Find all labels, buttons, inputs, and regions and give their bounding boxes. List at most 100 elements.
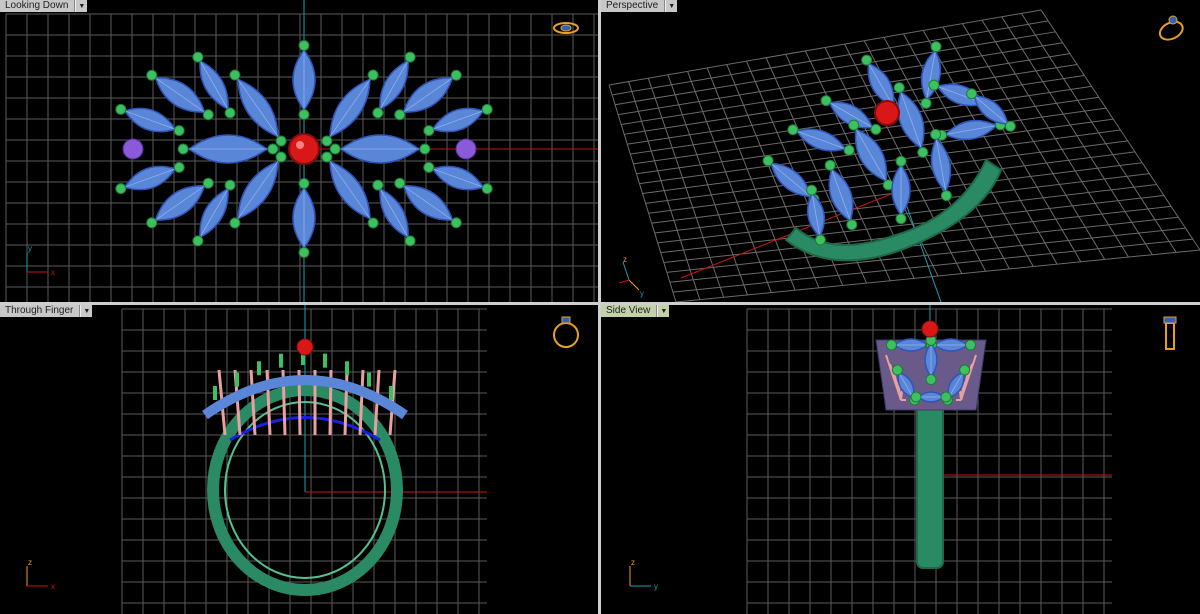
viewport-menu-through-finger[interactable]: Through Finger ▼ (0, 305, 93, 317)
prong (870, 123, 882, 135)
dropdown-arrow-icon[interactable]: ▼ (80, 305, 93, 317)
prong (930, 128, 942, 140)
viewport-label: Through Finger (0, 305, 81, 317)
prong (848, 119, 860, 131)
prong (806, 184, 818, 196)
ring-top-view-icon[interactable] (553, 22, 579, 34)
prong (423, 125, 435, 137)
prong (895, 213, 907, 225)
axis-label-vertical: y (28, 244, 32, 253)
prong (917, 146, 929, 158)
prong (224, 107, 236, 119)
dropdown-arrow-icon[interactable]: ▼ (75, 0, 88, 12)
prong (115, 103, 127, 115)
gallery-bar (358, 369, 365, 436)
prong (423, 161, 435, 173)
prong (419, 143, 431, 155)
axis-triad: z y (618, 255, 644, 298)
prong (965, 339, 977, 351)
gallery-bar (343, 369, 349, 436)
axis-label-vertical: z (28, 558, 32, 567)
prong (885, 339, 897, 351)
prong (321, 151, 333, 163)
prong (861, 54, 873, 66)
ring-side-view-icon[interactable] (1163, 316, 1177, 350)
prong (275, 151, 287, 163)
prong (329, 143, 341, 155)
prong (481, 103, 493, 115)
ring-side-model (875, 320, 987, 569)
prong (940, 190, 952, 202)
axis-label-horizontal: x (51, 582, 55, 591)
prong (930, 41, 942, 53)
prong (820, 95, 832, 107)
viewport-menu-perspective[interactable]: Perspective ▼ (601, 0, 678, 12)
prong (298, 109, 310, 120)
prong (846, 219, 858, 231)
prong (192, 51, 204, 63)
prong (959, 364, 971, 376)
prong (298, 40, 310, 51)
prong (893, 82, 905, 94)
prong (229, 69, 241, 81)
center-stone (921, 320, 939, 338)
center-stone (288, 133, 320, 165)
prong (481, 183, 493, 195)
prong (1004, 120, 1016, 132)
viewport-menu-looking-down[interactable]: Looking Down ▼ (0, 0, 88, 12)
scene-through-finger: z x (26, 305, 579, 614)
prong (202, 109, 214, 121)
prong (298, 247, 310, 258)
prong (762, 155, 774, 167)
axis-label-vertical: z (631, 558, 635, 567)
scene-perspective: z y (608, 9, 1200, 302)
viewport-through-finger[interactable]: Through Finger ▼ z x (0, 305, 598, 614)
viewport-label: Side View (601, 305, 658, 317)
axis-triad: z y (629, 558, 658, 591)
prong (910, 391, 922, 403)
viewport-looking-down[interactable]: Looking Down ▼ y x (0, 0, 598, 302)
viewport-perspective[interactable]: Perspective ▼ z y (601, 0, 1200, 302)
prong (367, 217, 379, 229)
side-stone (455, 138, 477, 160)
viewport-label: Perspective (601, 0, 666, 12)
prong (394, 177, 406, 189)
scene-looking-down: y x (5, 0, 598, 302)
axis-triad: y x (26, 244, 55, 277)
dropdown-arrow-icon[interactable]: ▼ (657, 305, 670, 317)
prong (814, 234, 826, 246)
prong (115, 183, 127, 195)
prong (920, 97, 932, 109)
prong (267, 143, 279, 155)
prong (940, 391, 952, 403)
prong (367, 69, 379, 81)
ring-perspective-icon[interactable] (1157, 15, 1186, 43)
prong (146, 69, 158, 81)
axis-triad: z x (26, 558, 55, 591)
viewport-side-view[interactable]: Side View ▼ z y (601, 305, 1200, 614)
prong (895, 155, 907, 167)
axis-label-horizontal: y (640, 289, 644, 298)
prong (928, 79, 940, 91)
scene-side-view: z y (629, 305, 1177, 614)
prong (925, 374, 937, 386)
prong (192, 235, 204, 247)
prong (372, 179, 384, 191)
viewport-menu-side-view[interactable]: Side View ▼ (601, 305, 670, 317)
center-stone (296, 338, 314, 356)
prong (404, 51, 416, 63)
viewport-label: Looking Down (0, 0, 76, 12)
prong (843, 144, 855, 156)
prong (173, 125, 185, 137)
prong (173, 161, 185, 173)
prong (824, 159, 836, 171)
prong (177, 143, 189, 155)
ring-front-view-icon[interactable] (553, 316, 579, 348)
prong (394, 109, 406, 121)
axis-label-vertical: z (623, 255, 627, 264)
prong (450, 217, 462, 229)
prong (321, 135, 333, 147)
prong (229, 217, 241, 229)
ring-band (916, 399, 944, 569)
dropdown-arrow-icon[interactable]: ▼ (665, 0, 678, 12)
